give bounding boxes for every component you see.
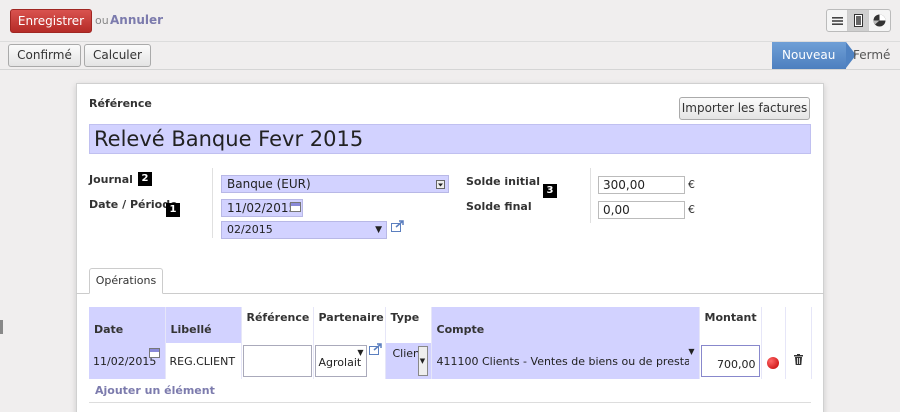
save-button[interactable]: Enregistrer: [10, 9, 92, 33]
column-header-delete: [785, 307, 812, 343]
compute-button[interactable]: Calculer: [84, 44, 151, 67]
column-header-type[interactable]: Type: [385, 307, 432, 343]
period-value: 02/2015: [227, 223, 273, 236]
period-select[interactable]: 02/2015 ▼: [221, 221, 387, 239]
external-link-icon[interactable]: [368, 343, 383, 358]
top-toolbar: Enregistrer ou Annuler: [0, 0, 900, 42]
type-dropdown-icon[interactable]: ▼: [417, 346, 428, 376]
column-header-account[interactable]: Compte: [431, 307, 700, 343]
view-switcher: [826, 9, 891, 32]
chevron-down-icon: ▼: [688, 347, 695, 356]
row-amount-input[interactable]: 700,00: [700, 345, 760, 377]
calendar-icon[interactable]: [290, 202, 301, 212]
statement-name-input[interactable]: Relevé Banque Fevr 2015: [89, 124, 811, 154]
balance-end-input[interactable]: 0,00: [598, 201, 685, 219]
row-delete-cell[interactable]: [785, 343, 812, 379]
status-bar: Confirmé Calculer Nouveau Fermé: [0, 42, 900, 70]
tab-underline: [76, 293, 824, 294]
column-header-date[interactable]: Date: [89, 307, 166, 343]
graph-view-icon[interactable]: [869, 10, 890, 31]
column-header-label[interactable]: Libellé: [165, 307, 242, 343]
confirm-button[interactable]: Confirmé: [8, 44, 81, 67]
currency-symbol: €: [688, 203, 695, 216]
trash-icon[interactable]: [793, 354, 803, 368]
column-header-partner[interactable]: Partenaire: [313, 307, 386, 343]
balance-end-label: Solde final: [466, 200, 532, 213]
row-type: Clien: [392, 347, 419, 360]
table-header: Date Libellé Référence Partenaire Type C…: [89, 307, 812, 343]
row-partner: Agrolait: [318, 356, 362, 369]
currency-symbol: €: [688, 178, 695, 191]
row-status-cell: [761, 343, 786, 379]
dropdown-arrow-icon: [436, 179, 445, 195]
statement-lines-table: Date Libellé Référence Partenaire Type C…: [89, 307, 812, 379]
add-item-link[interactable]: Ajouter un élément: [95, 384, 215, 397]
row-account: 411100 Clients - Ventes de biens ou de p…: [436, 355, 689, 368]
journal-select[interactable]: Banque (EUR): [221, 175, 449, 193]
import-invoices-button[interactable]: Importer les factures: [679, 97, 810, 120]
external-link-icon[interactable]: [391, 220, 405, 236]
balance-start-input[interactable]: 300,00: [598, 176, 685, 194]
stage-new[interactable]: Nouveau: [772, 42, 856, 69]
left-edge-marker: [0, 320, 3, 334]
journal-value: Banque (EUR): [227, 177, 311, 191]
row-reference-input[interactable]: [242, 345, 312, 377]
list-view-icon[interactable]: [827, 10, 848, 31]
hint-marker-1: 1: [166, 203, 180, 217]
journal-label: Journal: [89, 173, 133, 186]
row-date-cell[interactable]: 11/02/2015: [89, 343, 166, 379]
table-bottom-border: [89, 402, 811, 403]
or-text: ou: [95, 14, 109, 27]
status-dot-icon: [767, 356, 779, 369]
hint-marker-2: 2: [138, 172, 152, 186]
balance-start-label: Solde initial: [466, 175, 541, 188]
date-period-label: Date / Période: [89, 198, 178, 211]
row-label: REG.CLIENT: [169, 355, 236, 368]
column-header-status: [761, 307, 786, 343]
date-value: 11/02/2015: [227, 201, 297, 215]
calendar-icon[interactable]: [149, 348, 160, 358]
column-header-amount[interactable]: Montant: [699, 307, 762, 343]
table-row[interactable]: 11/02/2015 REG.CLIENT Agrolait ▼ Clien ▼…: [89, 343, 812, 379]
field-separator: [212, 168, 213, 238]
chevron-down-icon: ▼: [375, 225, 382, 235]
hint-marker-3: 3: [543, 184, 557, 198]
row-account-cell[interactable]: 411100 Clients - Ventes de biens ou de p…: [431, 343, 700, 379]
row-amount-cell[interactable]: 700,00: [699, 343, 762, 379]
form-view-icon[interactable]: [848, 10, 869, 31]
row-reference-cell[interactable]: [241, 343, 314, 379]
field-separator: [590, 168, 591, 223]
row-label-cell[interactable]: REG.CLIENT: [165, 343, 242, 379]
row-partner-select[interactable]: Agrolait ▼: [314, 345, 367, 377]
tab-operations[interactable]: Opérations: [89, 268, 163, 294]
column-header-reference[interactable]: Référence: [241, 307, 314, 343]
chevron-down-icon: ▼: [357, 348, 364, 357]
cancel-link[interactable]: Annuler: [110, 13, 163, 27]
row-partner-cell[interactable]: Agrolait ▼: [313, 343, 386, 379]
row-date: 11/02/2015: [93, 355, 157, 368]
reference-label: Référence: [89, 97, 152, 110]
row-type-cell[interactable]: Clien ▼: [385, 343, 432, 379]
stage-closed[interactable]: Fermé: [853, 42, 890, 69]
